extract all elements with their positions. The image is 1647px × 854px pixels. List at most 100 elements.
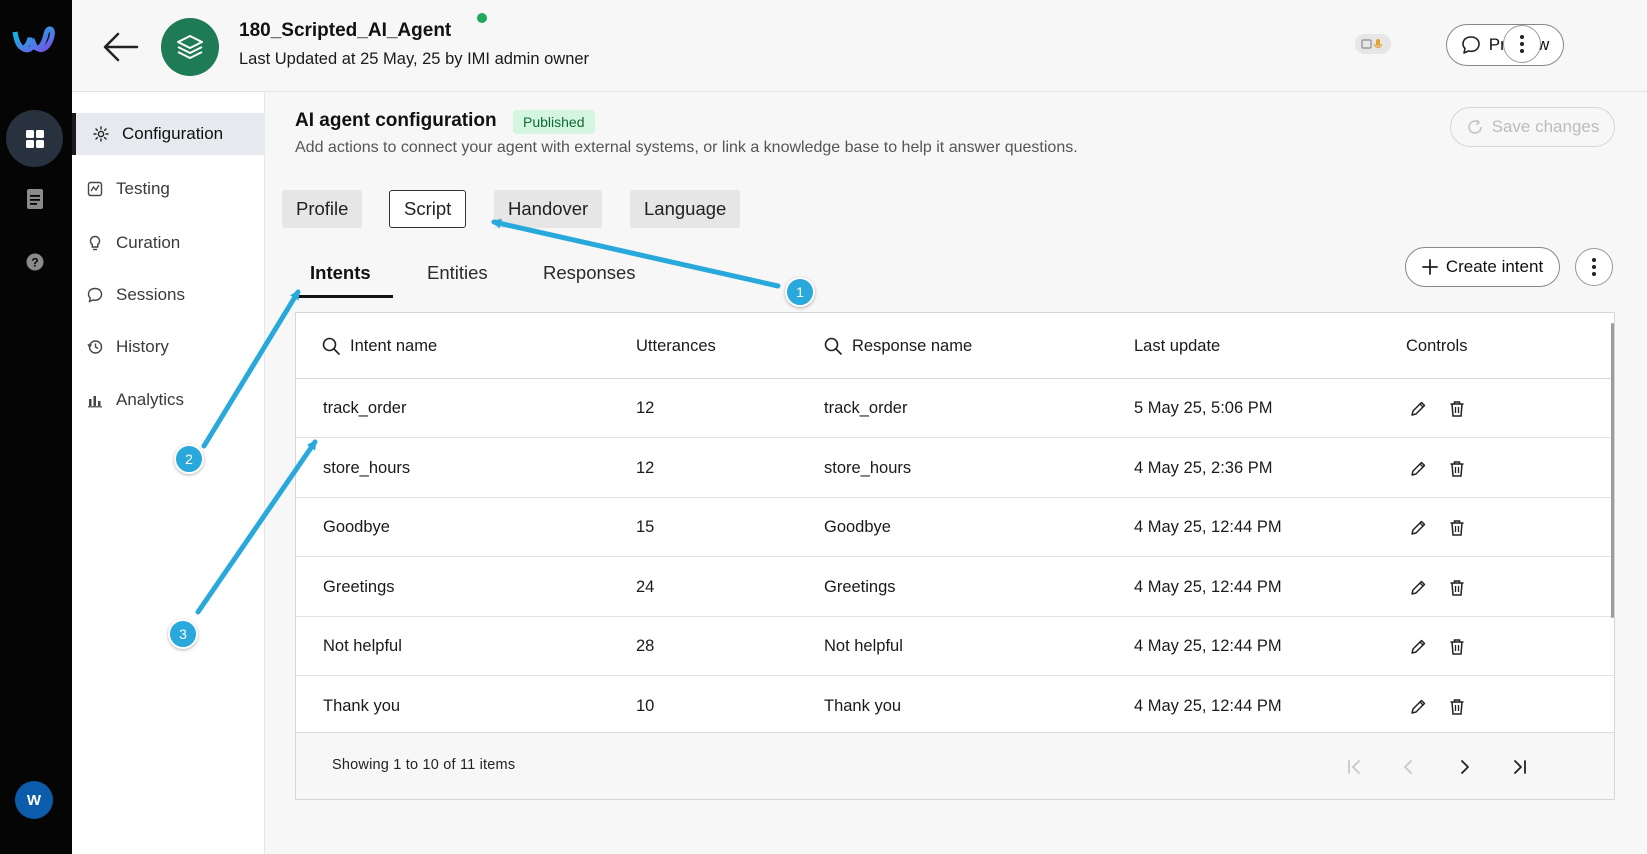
utterances-cell: 10 [636, 696, 655, 715]
previous-page-button[interactable] [1397, 755, 1421, 779]
intent-name-cell[interactable]: track_order [323, 379, 406, 438]
intent-name-cell[interactable]: Thank you [323, 677, 400, 736]
edit-icon[interactable] [1408, 637, 1428, 657]
edit-icon[interactable] [1408, 697, 1428, 717]
table-row[interactable]: track_order 12 track_order 5 May 25, 5:06 P… [296, 379, 1614, 438]
response-name-cell: Thank you [824, 696, 902, 715]
tab-profile[interactable]: Profile [282, 190, 363, 228]
secondary-sidebar: Configuration Testing Curation Sessions … [72, 92, 265, 854]
page-description: Add actions to connect your agent with e… [295, 139, 1078, 156]
help-icon: ? [26, 253, 44, 271]
tab-language[interactable]: Language [630, 190, 741, 228]
subtab-responses[interactable]: Responses [543, 262, 636, 284]
response-name-cell: Not helpful [824, 637, 903, 655]
sidebar-item-testing[interactable]: Testing [72, 168, 265, 210]
delete-icon[interactable] [1447, 637, 1467, 657]
column-utterances: Utterances [636, 336, 716, 355]
rail-item-documents[interactable] [23, 187, 47, 211]
table-row[interactable]: Not helpful 28 Not helpful 4 May 25, 12:44 … [296, 617, 1614, 676]
analytics-icon [86, 391, 104, 409]
agent-title: 180_Scripted_AI_Agent [239, 20, 452, 41]
lightbulb-icon [86, 234, 104, 252]
sidebar-item-history[interactable]: History [72, 326, 265, 368]
page-title: AI agent configuration [295, 110, 497, 131]
sidebar-item-curation[interactable]: Curation [72, 222, 265, 264]
tab-handover[interactable]: Handover [494, 190, 603, 228]
history-icon [86, 338, 104, 356]
table-footer: Showing 1 to 10 of 11 items [296, 732, 1614, 799]
last-page-icon [1514, 760, 1526, 774]
response-name-cell: store_hours [824, 458, 912, 477]
callout-2: 2 [174, 444, 204, 474]
delete-icon[interactable] [1447, 459, 1467, 479]
main-content: AI agent configuration Published Add act… [265, 92, 1647, 854]
sidebar-item-sessions[interactable]: Sessions [72, 274, 265, 316]
first-page-icon [1348, 760, 1360, 774]
webex-logo-icon [12, 22, 56, 56]
delete-icon[interactable] [1447, 399, 1467, 419]
user-avatar[interactable]: W [15, 781, 53, 819]
delete-icon[interactable] [1447, 518, 1467, 538]
intent-name-cell[interactable]: store_hours [323, 439, 410, 498]
more-vertical-icon [1592, 258, 1596, 276]
header-more-button[interactable] [1503, 25, 1541, 63]
arrow-left-icon [103, 32, 139, 62]
subtab-intents[interactable]: Intents [310, 262, 371, 284]
rail-item-help[interactable]: ? [23, 250, 47, 274]
table-scrollbar[interactable] [1611, 323, 1614, 618]
refresh-icon [1467, 119, 1482, 134]
last-update-cell: 4 May 25, 12:44 PM [1134, 577, 1282, 596]
intent-name-cell[interactable]: Goodbye [323, 498, 390, 557]
create-intent-button[interactable]: Create intent [1405, 247, 1560, 287]
table-row[interactable]: store_hours 12 store_hours 4 May 25, 2:36 P… [296, 439, 1614, 498]
intents-more-button[interactable] [1575, 248, 1613, 286]
page-header: 180_Scripted_AI_Agent Last Updated at 25… [72, 0, 1647, 92]
response-name-cell: track_order [824, 399, 908, 417]
table-row[interactable]: Goodbye 15 Goodbye 4 May 25, 12:44 PM [296, 498, 1614, 557]
agent-last-updated: Last Updated at 25 May, 25 by IMI admin … [239, 50, 590, 68]
column-intent-name[interactable]: Intent name [322, 313, 437, 379]
subtab-entities[interactable]: Entities [427, 262, 488, 284]
active-subtab-indicator [295, 295, 393, 298]
response-name-cell: Greetings [824, 577, 896, 596]
last-update-cell: 5 May 25, 5:06 PM [1134, 399, 1273, 417]
intent-name-cell[interactable]: Not helpful [323, 617, 402, 676]
intents-table: Intent name Utterances Response name Las… [295, 312, 1615, 800]
last-update-cell: 4 May 25, 12:44 PM [1134, 637, 1282, 655]
next-page-button[interactable] [1452, 755, 1476, 779]
edit-icon[interactable] [1408, 459, 1428, 479]
back-button[interactable] [100, 26, 142, 68]
layers-icon [177, 35, 203, 59]
edit-icon[interactable] [1408, 399, 1428, 419]
column-response-name[interactable]: Response name [824, 313, 972, 379]
edit-icon[interactable] [1408, 578, 1428, 598]
chevron-right-icon [1461, 760, 1469, 774]
chat-icon [86, 286, 104, 304]
voice-indicator-icon[interactable] [1355, 34, 1391, 54]
tab-script[interactable]: Script [389, 190, 467, 228]
save-changes-button[interactable]: Save changes [1450, 107, 1615, 147]
intent-name-cell[interactable]: Greetings [323, 558, 395, 617]
sidebar-item-configuration[interactable]: Configuration [72, 113, 265, 155]
document-icon [27, 189, 43, 209]
table-row[interactable]: Thank you 10 Thank you 4 May 25, 12:44 PM [296, 677, 1614, 736]
last-page-button[interactable] [1507, 755, 1531, 779]
delete-icon[interactable] [1447, 578, 1467, 598]
first-page-button[interactable] [1343, 755, 1367, 779]
last-update-cell: 4 May 25, 12:44 PM [1134, 518, 1282, 536]
utterances-cell: 12 [636, 458, 655, 477]
online-status-dot [477, 13, 487, 23]
utterances-cell: 12 [636, 399, 655, 417]
edit-icon[interactable] [1408, 518, 1428, 538]
app-rail: ? W [0, 0, 72, 854]
gear-icon [92, 125, 110, 143]
column-last-update: Last update [1134, 336, 1221, 355]
svg-text:?: ? [31, 256, 38, 270]
chevron-left-icon [1404, 760, 1412, 774]
table-row[interactable]: Greetings 24 Greetings 4 May 25, 12:44 PM [296, 558, 1614, 617]
sidebar-item-analytics[interactable]: Analytics [72, 379, 265, 421]
status-badge: Published [513, 110, 595, 134]
delete-icon[interactable] [1447, 697, 1467, 717]
search-icon [824, 337, 842, 355]
rail-item-dashboard[interactable] [6, 110, 63, 167]
